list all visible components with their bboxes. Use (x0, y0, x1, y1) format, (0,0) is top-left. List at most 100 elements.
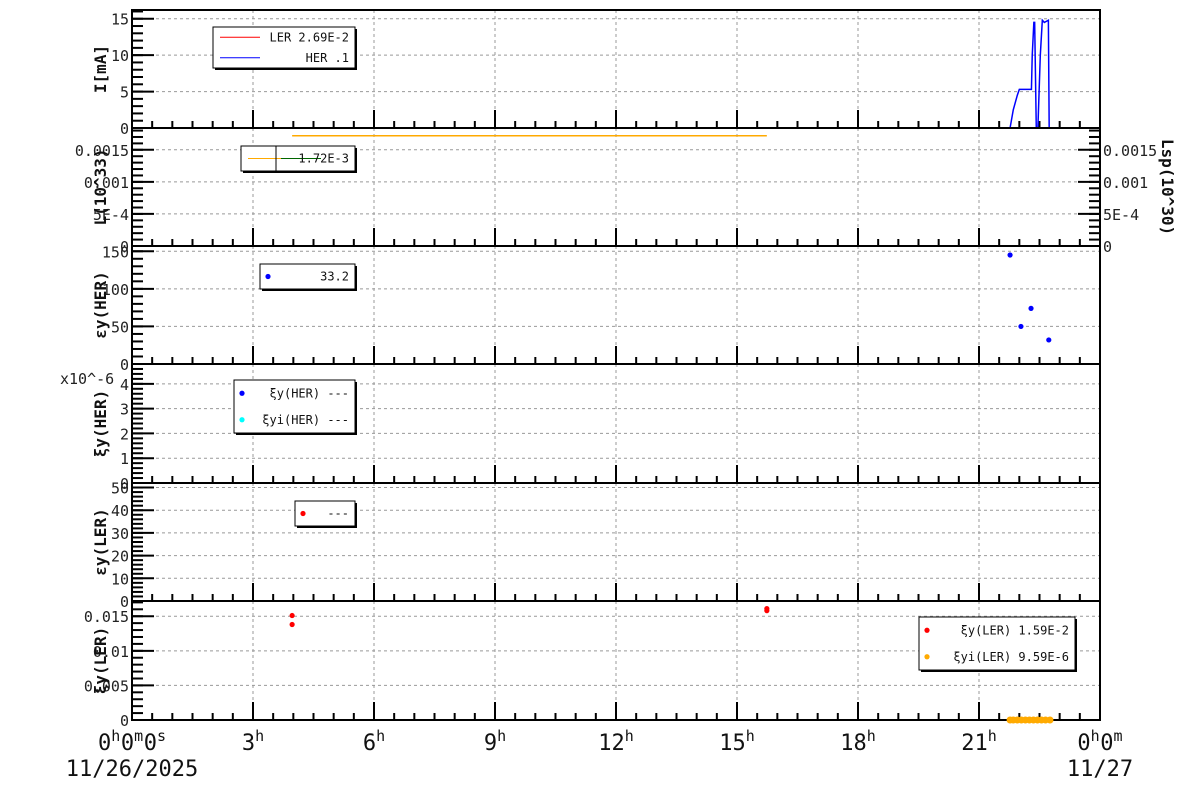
legend: --- (294, 500, 357, 528)
x-tick-value: 15 (719, 731, 746, 756)
legend-marker (924, 627, 930, 633)
y-axis-label: ξy(LER) (91, 627, 110, 694)
y-tick-label-right: 0 (1103, 238, 1112, 256)
x-tick-unit: h (625, 727, 634, 745)
y-tick-label: 150 (102, 243, 129, 261)
y-tick-label: 10 (111, 47, 129, 65)
data-point (289, 612, 295, 619)
y-tick-label-right: 5E-4 (1103, 206, 1139, 224)
legend-label: 1.72E-3 (298, 152, 349, 166)
y-tick-label: 20 (111, 548, 129, 566)
panel-3: 01234ξy(HER)x10^-6ξy(HER) ---ξyi(HER) --… (60, 363, 1101, 493)
data-point (1018, 323, 1024, 330)
legend-marker (239, 390, 245, 396)
data-point (289, 621, 295, 628)
legend-marker (265, 273, 271, 280)
y-tick-label: 0.015 (84, 608, 129, 626)
legend-label: ξy(HER) --- (270, 386, 349, 400)
legend-label: --- (327, 507, 349, 521)
x-tick-label: 15h (719, 727, 755, 756)
x-tick-label: 3h (242, 727, 264, 756)
x-tick-label: 6h (363, 727, 385, 756)
data-point (1028, 305, 1034, 311)
y-tick-label: 15 (111, 11, 129, 29)
y-tick-label: 10 (111, 570, 129, 588)
x-tick-label: 0h 0m 0s (98, 727, 166, 756)
data-point (1046, 716, 1054, 724)
y-axis-label: εy(HER) (91, 271, 110, 338)
x-tick-value: 0 (144, 731, 157, 756)
x-tick-unit: h (1091, 727, 1100, 745)
x-tick-value: 12 (598, 731, 625, 756)
legend-label: ξyi(LER) 9.59E-6 (953, 650, 1069, 664)
y-tick-label-right: 0.0015 (1103, 142, 1157, 160)
x-tick-value: 0 (1077, 731, 1090, 756)
legend: ξy(HER) --- ξyi(HER) --- (233, 379, 357, 435)
y-multiplier: x10^-6 (60, 370, 114, 388)
legend-label: LER 2.69E-2 (270, 30, 349, 44)
x-tick-unit: h (255, 727, 264, 745)
y-tick-label: 50 (111, 318, 129, 336)
x-tick-unit: s (157, 727, 166, 745)
y-tick-label: 5 (120, 84, 129, 102)
panel-1: 0 05E-4 5E-40.001 0.0010.0015 0.0015L(10^33)… (75, 127, 1177, 256)
y-tick-label: 50 (111, 480, 129, 498)
x-tick-value: 0 (98, 731, 111, 756)
x-end-date: 11/27 (1067, 757, 1133, 782)
panel-0: 0 5 10 15I[mA] LER 2.69E-2 HER .1 (91, 9, 1101, 138)
legend-label: HER .1 (306, 51, 349, 65)
panel-5: 00.0050.010.015ξy(LER) ξy(LER) 1.59E-2ξyi… (84, 600, 1101, 730)
y-tick-label: 30 (111, 525, 129, 543)
legend: ξy(LER) 1.59E-2 ξyi(LER) 9.59E-6 (918, 616, 1077, 672)
y-tick-label: 1 (120, 450, 129, 468)
y-tick-label: 0 (120, 120, 129, 138)
y-axis-label: I[mA] (91, 45, 110, 93)
x-tick-value: 6 (363, 731, 376, 756)
legend-label: ξy(LER) 1.59E-2 (961, 623, 1069, 637)
y-tick-label-right: 0.001 (1103, 174, 1148, 192)
x-tick-unit: h (376, 727, 385, 745)
legend-marker (924, 654, 930, 660)
x-tick-unit: h (111, 727, 120, 745)
legend: LER 2.69E-2 HER .1 (212, 26, 357, 70)
y-axis-label: L(10^33) (91, 148, 110, 225)
y-axis-label: εy(LER) (91, 508, 110, 575)
y-tick-label: 0 (120, 356, 129, 374)
data-point (1007, 252, 1013, 258)
x-tick-unit: h (746, 727, 755, 745)
x-tick-unit: m (1114, 727, 1123, 745)
x-tick-value: 9 (484, 731, 497, 756)
legend: 1.72E-3 (240, 145, 357, 173)
y-tick-label: 0 (120, 712, 129, 730)
data-point (1046, 337, 1052, 343)
x-tick-value: 3 (242, 731, 255, 756)
legend-label: 33.2 (320, 270, 349, 284)
legend-marker (300, 510, 306, 517)
y-tick-label: 4 (120, 376, 129, 394)
x-tick-label: 18h (840, 727, 876, 756)
beam-monitor-chart: 051015I[mA]LER 2.69E-2HER .10 05E-4 5E-40.… (60, 9, 1177, 782)
y-tick-label: 3 (120, 401, 129, 419)
x-tick-unit: m (134, 727, 143, 745)
x-tick-label: 12h (598, 727, 634, 756)
y-tick-label: 40 (111, 502, 129, 520)
x-tick-value: 18 (840, 731, 867, 756)
panel-2: 050100150εy(HER) 33.2 (91, 243, 1101, 374)
data-point (764, 608, 770, 614)
y-axis-label-right: Lsp(10^30) (1158, 139, 1177, 235)
legend-label: ξyi(HER) --- (262, 413, 349, 427)
x-tick-value: 0 (121, 731, 134, 756)
y-tick-label: 2 (120, 425, 129, 443)
x-tick-label: 0h 0m (1077, 727, 1122, 756)
x-tick-unit: h (497, 727, 506, 745)
x-tick-label: 9h (484, 727, 506, 756)
x-tick-value: 21 (961, 731, 988, 756)
x-tick-unit: h (867, 727, 876, 745)
x-tick-label: 21h (961, 727, 997, 756)
y-axis-label: ξy(HER) (91, 390, 110, 457)
legend: 33.2 (259, 263, 357, 291)
legend-marker (239, 417, 245, 423)
x-tick-unit: h (988, 727, 997, 745)
x-tick-value: 0 (1100, 731, 1113, 756)
panel-4: 01020304050εy(LER) --- (91, 480, 1101, 611)
